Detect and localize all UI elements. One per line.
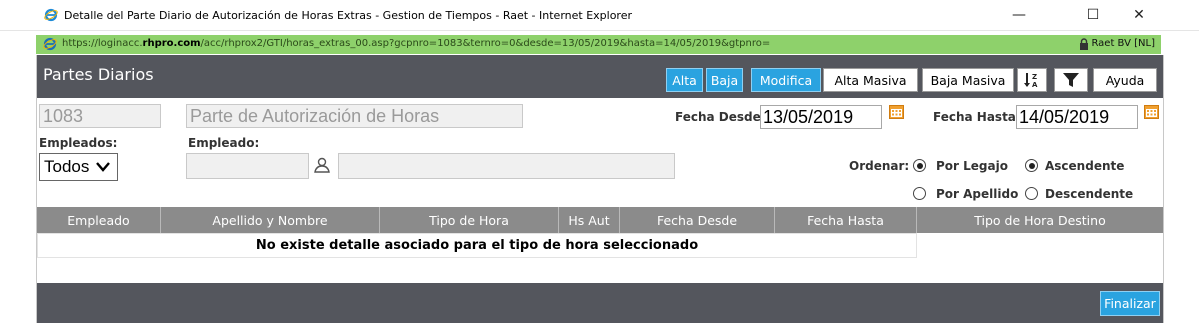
filter-button[interactable] [1054,68,1088,92]
fecha-hasta-label: Fecha Hasta: [933,110,1021,124]
fecha-desde-input[interactable]: 13/05/2019 [760,105,882,129]
descendente-label[interactable]: Descendente [1045,187,1133,201]
close-button[interactable]: ✕ [1116,0,1162,30]
url-domain: rhpro.com [142,38,201,49]
empleados-label: Empleados: [39,136,118,150]
alta-button[interactable]: Alta [666,68,703,92]
grid-header: Empleado Apellido y Nombre Tipo de Hora … [37,207,1163,233]
por-apellido-radio[interactable] [913,187,926,200]
empleados-select-value: Todos [44,157,90,176]
window-title: Detalle del Parte Diario de Autorización… [64,9,632,22]
address-url[interactable]: https://loginacc.rhpro.com/acc/rhprox2/G… [62,38,770,49]
svg-text:Z: Z [1032,73,1037,81]
descendente-radio[interactable] [1025,187,1038,200]
empleado-code-field [186,153,309,179]
user-search-icon[interactable] [313,156,331,174]
maximize-icon: ☐ [1086,7,1100,23]
fecha-hasta-input[interactable]: 14/05/2019 [1016,105,1138,129]
maximize-button[interactable]: ☐ [1070,0,1116,30]
sort-button[interactable]: Z A [1017,68,1047,92]
baja-button[interactable]: Baja [706,68,743,92]
column-header-apellido-nombre[interactable]: Apellido y Nombre [161,207,380,233]
filter-icon [1063,73,1079,87]
url-prefix: https://loginacc. [62,38,143,49]
por-legajo-label[interactable]: Por Legajo [936,159,1008,173]
column-header-tipo-hora[interactable]: Tipo de Hora [380,207,559,233]
por-apellido-label[interactable]: Por Apellido [936,187,1018,201]
address-bar[interactable]: https://loginacc.rhpro.com/acc/rhprox2/G… [36,35,1161,54]
ordenar-label: Ordenar: [849,159,910,173]
chevron-down-icon [96,162,110,172]
column-header-fecha-desde[interactable]: Fecha Desde [620,207,775,233]
internet-explorer-icon [43,37,57,51]
ascendente-radio[interactable] [1025,159,1038,172]
column-header-hs-aut[interactable]: Hs Aut [559,207,620,233]
window-titlebar: Detalle del Parte Diario de Autorización… [0,0,1199,31]
lock-icon[interactable] [1079,38,1089,50]
toolbar: Partes Diarios Alta Baja Modifica Alta M… [37,55,1163,98]
svg-text:A: A [1032,81,1038,88]
modifica-button[interactable]: Modifica [751,68,821,92]
column-header-fecha-hasta[interactable]: Fecha Hasta [775,207,917,233]
baja-masiva-button[interactable]: Baja Masiva [922,68,1014,92]
column-header-tipo-hora-destino[interactable]: Tipo de Hora Destino [917,207,1163,233]
ayuda-button[interactable]: Ayuda [1093,68,1157,92]
minimize-icon: — [1012,7,1026,23]
url-path: /acc/rhprox2/GTI/horas_extras_00.asp?gcp… [200,38,771,49]
page-title: Partes Diarios [43,65,154,84]
sort-az-icon: Z A [1024,73,1038,88]
footer-bar: Finalizar [37,283,1163,323]
parte-code-field: 1083 [39,104,161,128]
empleado-name-field [338,153,675,179]
empleados-select[interactable]: Todos [39,153,118,181]
certificate-label[interactable]: Raet BV [NL] [1091,38,1155,49]
column-header-empleado[interactable]: Empleado [37,207,161,233]
alta-masiva-button[interactable]: Alta Masiva [823,68,918,92]
empleado-label: Empleado: [188,136,260,150]
fecha-desde-label: Fecha Desde: [675,110,766,124]
grid-empty-message: No existe detalle asociado para el tipo … [37,233,917,258]
minimize-button[interactable]: — [996,0,1042,30]
internet-explorer-icon [44,8,58,22]
finalizar-button[interactable]: Finalizar [1100,291,1160,316]
calendar-icon[interactable] [1144,104,1159,119]
close-icon: ✕ [1133,7,1145,23]
parte-description-field: Parte de Autorización de Horas [186,104,523,128]
calendar-icon[interactable] [889,104,904,119]
por-legajo-radio[interactable] [913,159,926,172]
ascendente-label[interactable]: Ascendente [1045,159,1124,173]
page-content: Partes Diarios Alta Baja Modifica Alta M… [36,55,1164,323]
